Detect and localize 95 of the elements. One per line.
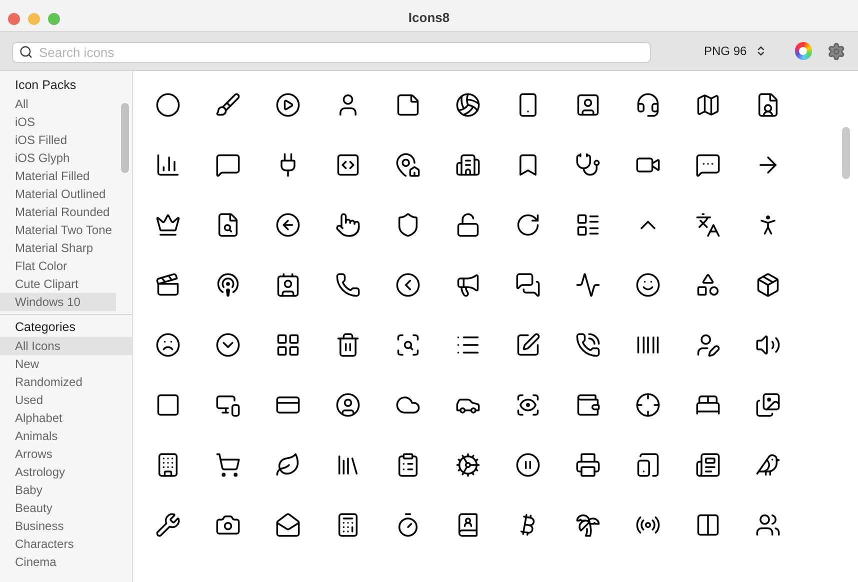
sidebar-item[interactable]: Flat Color (0, 257, 116, 275)
section-heading: Icon Packs (14, 77, 78, 94)
crown-icon[interactable] (155, 212, 181, 238)
eye-scan-icon[interactable] (515, 392, 541, 418)
sidebar-item[interactable]: Characters (0, 535, 132, 553)
scrollbar-thumb[interactable] (121, 103, 129, 173)
megaphone-icon[interactable] (455, 272, 481, 298)
window-title: Icons8 (408, 8, 450, 27)
headset-icon[interactable] (635, 92, 661, 118)
cart-icon[interactable] (215, 452, 241, 478)
sidebar-item[interactable]: Baby (0, 481, 132, 499)
section-heading: Categories (14, 319, 76, 336)
format-selector[interactable]: PNG 96 (704, 42, 747, 60)
newspaper-icon[interactable] (695, 452, 721, 478)
list-layout-icon[interactable] (575, 212, 601, 238)
conversation-icon[interactable] (515, 272, 541, 298)
sidebar-item[interactable]: Beauty (0, 499, 132, 517)
chevron-left-icon[interactable] (395, 272, 421, 298)
sidebar-item[interactable]: Cute Clipart (0, 275, 116, 293)
sidebar-item[interactable]: Cinema (0, 553, 132, 571)
person-frame-icon[interactable] (575, 92, 601, 118)
chat-dots-icon[interactable] (695, 152, 721, 178)
smile-icon[interactable] (635, 272, 661, 298)
phone-icon[interactable] (335, 272, 361, 298)
crosshair-icon[interactable] (635, 392, 661, 418)
scrollbar-thumb[interactable] (842, 127, 850, 179)
play-icon[interactable] (275, 92, 301, 118)
search-field[interactable]: Search icons (12, 42, 651, 62)
cog-icon[interactable] (455, 452, 481, 478)
search-icon (19, 44, 33, 58)
sidebar-item[interactable]: Arrows (0, 445, 132, 463)
sidebar-item[interactable]: Material Rounded (0, 203, 116, 221)
circle-icon[interactable] (155, 92, 181, 118)
user-edit-icon[interactable] (695, 332, 721, 358)
user-circle-icon[interactable] (335, 392, 361, 418)
sidebar-item[interactable]: Business (0, 517, 132, 535)
sidebar-item[interactable]: Used (0, 391, 132, 409)
sidebar-item[interactable]: Animals (0, 427, 132, 445)
pointing-hand-icon[interactable] (335, 212, 361, 238)
chevron-down-icon[interactable] (215, 332, 241, 358)
bird-icon[interactable] (755, 452, 781, 478)
leaf-icon[interactable] (275, 452, 301, 478)
sidebar-item[interactable]: iOS Filled (0, 131, 116, 149)
users-icon[interactable] (755, 512, 781, 538)
shapes-icon[interactable] (695, 272, 721, 298)
color-wheel-icon[interactable] (794, 42, 812, 60)
sidebar-item[interactable]: Astrology (0, 463, 132, 481)
sidebar-item[interactable]: New (0, 355, 132, 373)
scan-search-icon[interactable] (395, 332, 421, 358)
sidebar-item[interactable]: iOS Glyph (0, 149, 116, 167)
sidebar-item[interactable]: Randomized (0, 373, 132, 391)
grid-icon[interactable] (275, 332, 301, 358)
sad-face-icon[interactable] (155, 332, 181, 358)
palm-tree-icon[interactable] (575, 512, 601, 538)
columns-icon[interactable] (695, 512, 721, 538)
sidebar-item[interactable]: Material Sharp (0, 239, 116, 257)
photos-icon[interactable] (755, 392, 781, 418)
clapperboard-icon[interactable] (155, 272, 181, 298)
chat-bubble-icon[interactable] (215, 152, 241, 178)
map-pin-icon[interactable] (395, 152, 421, 178)
trash-icon[interactable] (335, 332, 361, 358)
sidebar-item[interactable]: All Icons (0, 337, 132, 355)
printer-icon[interactable] (575, 452, 601, 478)
sidebar-item[interactable]: iOS (0, 113, 116, 131)
sidebar-item[interactable]: Alphabet (0, 409, 132, 427)
sticky-note-icon[interactable] (395, 92, 421, 118)
open-lock-icon[interactable] (455, 212, 481, 238)
close-window-icon[interactable] (8, 13, 20, 25)
zigzag-line-icon[interactable] (575, 272, 601, 298)
code-window-icon[interactable] (335, 152, 361, 178)
tablet-phone-icon[interactable] (635, 452, 661, 478)
stethoscope-icon[interactable] (575, 152, 601, 178)
ball-icon[interactable] (455, 92, 481, 118)
sidebar-item[interactable]: Material Outlined (0, 185, 116, 203)
building-icon[interactable] (455, 152, 481, 178)
sidebar-item[interactable]: All (0, 95, 116, 113)
package-icon[interactable] (755, 272, 781, 298)
settings-icon[interactable] (827, 42, 846, 60)
brush-icon[interactable] (215, 92, 241, 118)
sidebar-item[interactable]: Windows 10 (0, 293, 116, 311)
sidebar-item[interactable]: Material Two Tone (0, 221, 116, 239)
square-icon[interactable] (155, 392, 181, 418)
sidebar-item[interactable]: Material Filled (0, 167, 116, 185)
contact-card-icon[interactable] (275, 272, 301, 298)
map-icon[interactable] (695, 92, 721, 118)
pause-icon[interactable] (515, 452, 541, 478)
bar-chart-icon[interactable] (155, 152, 181, 178)
podcast-icon[interactable] (215, 272, 241, 298)
wallet-icon[interactable] (575, 392, 601, 418)
translate-icon[interactable] (695, 212, 721, 238)
wrench-icon[interactable] (155, 512, 181, 538)
open-envelope-icon[interactable] (275, 512, 301, 538)
edit-icon[interactable] (515, 332, 541, 358)
phone-call-icon[interactable] (575, 332, 601, 358)
refresh-icon[interactable] (515, 212, 541, 238)
